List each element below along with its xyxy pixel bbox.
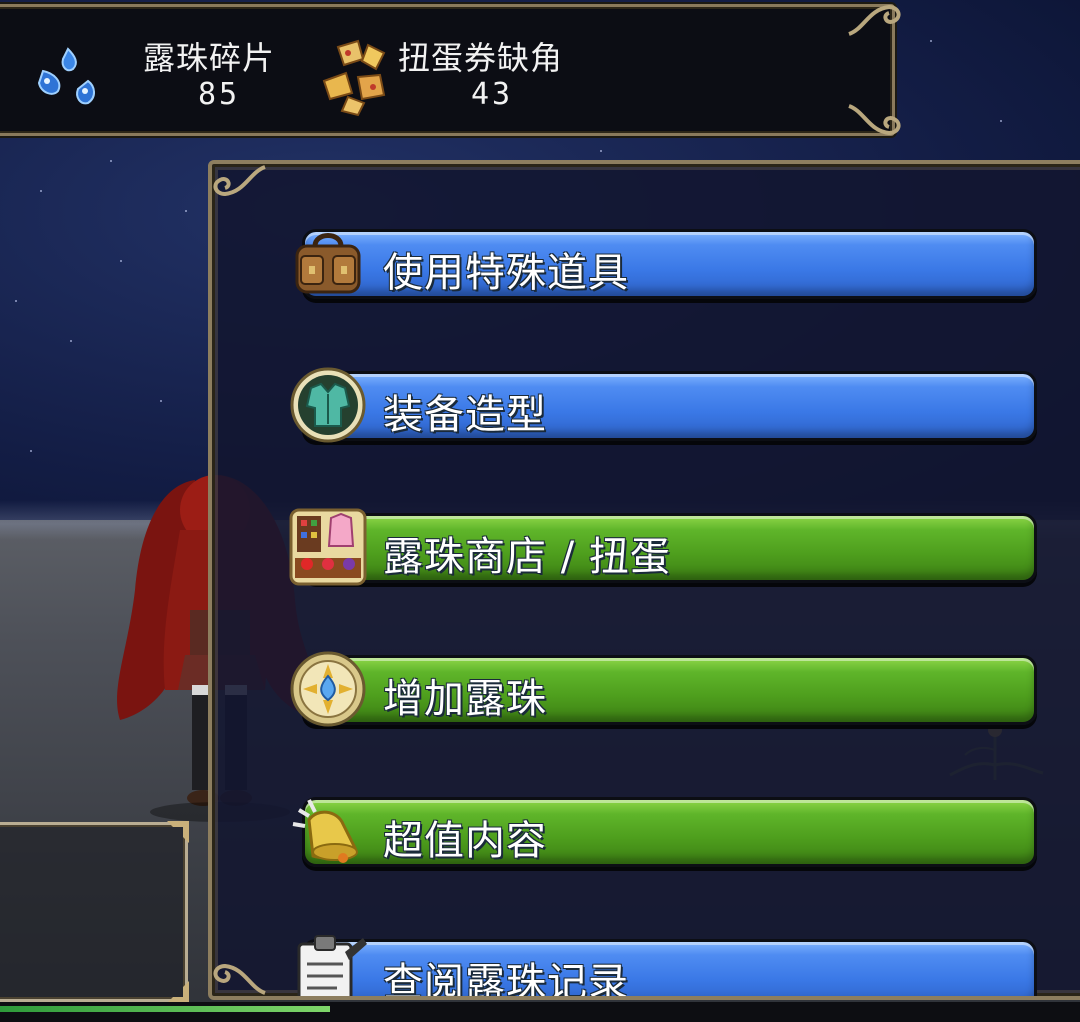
- menu-label: 增加露珠: [383, 676, 547, 722]
- dew-menu-panel: 使用特殊道具 装备造型 露珠商店 / 扭蛋 增加露珠 超值内容 查阅露珠记录: [208, 160, 1080, 1000]
- progress-fill: [0, 1006, 330, 1012]
- value-content-button[interactable]: 超值内容: [292, 797, 1037, 867]
- menu-label: 使用特殊道具: [383, 250, 629, 296]
- menu-label: 装备造型: [383, 392, 547, 438]
- minimap-panel[interactable]: [0, 821, 189, 1003]
- bottom-progress-bar: [0, 1002, 1080, 1022]
- use-special-item-button[interactable]: 使用特殊道具: [295, 229, 1037, 299]
- shop-icon: [289, 508, 367, 586]
- currency-value: 85: [198, 77, 241, 112]
- currency-gacha-fragments: 扭蛋券缺角 43: [318, 7, 638, 139]
- dew-orb-icon: [290, 651, 366, 727]
- bell-icon: [292, 799, 358, 863]
- ornament-corner-icon: [213, 963, 266, 995]
- equip-outfit-button[interactable]: 装备造型: [290, 367, 1037, 443]
- ornament-corner-icon: [848, 104, 901, 136]
- menu-label: 露珠商店 / 扭蛋: [383, 534, 671, 580]
- ornament-corner-icon: [167, 821, 189, 843]
- view-dew-history-button[interactable]: 查阅露珠记录: [297, 935, 1037, 1000]
- currency-name: 扭蛋券缺角: [398, 39, 564, 77]
- currency-dew-shards: 露珠碎片 85: [33, 7, 293, 139]
- ornament-corner-icon: [848, 4, 901, 36]
- armor-icon: [290, 367, 366, 443]
- currency-value: 43: [471, 77, 514, 112]
- ornament-corner-icon: [213, 165, 266, 197]
- menu-label: 超值内容: [383, 818, 547, 864]
- bag-icon: [295, 233, 361, 294]
- gacha-ticket-fragment-icon: [322, 39, 386, 117]
- clipboard-icon: [297, 935, 367, 996]
- currency-bar: 露珠碎片 85 扭蛋券缺角 43: [0, 4, 901, 139]
- add-dew-button[interactable]: 增加露珠: [290, 651, 1037, 727]
- currency-name: 露珠碎片: [143, 39, 276, 77]
- dew-shard-icon: [37, 47, 95, 105]
- dew-shop-gacha-button[interactable]: 露珠商店 / 扭蛋: [289, 508, 1037, 586]
- menu-label: 查阅露珠记录: [383, 960, 629, 1000]
